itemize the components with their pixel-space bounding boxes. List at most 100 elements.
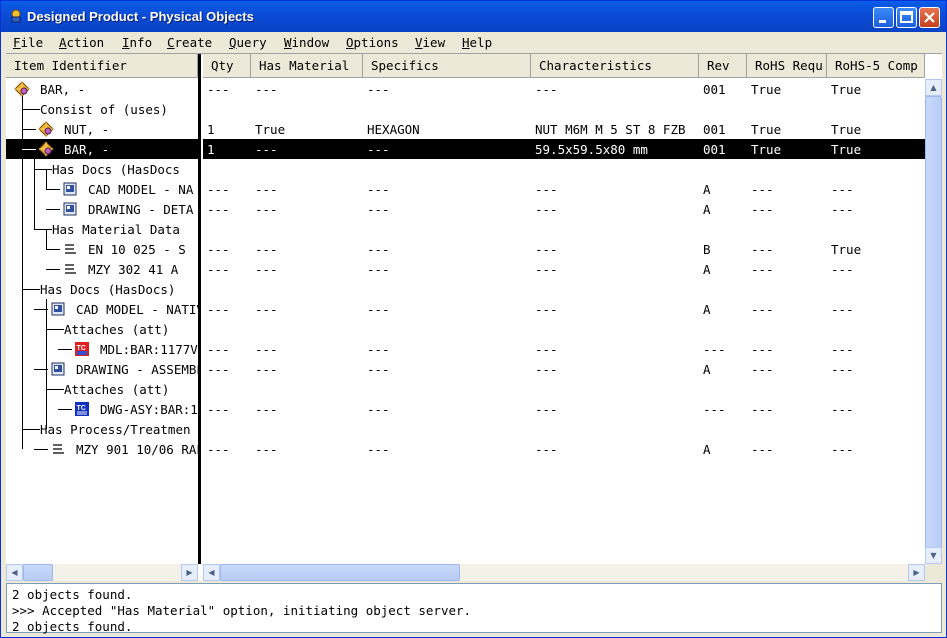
column-header-rohs-requ[interactable]: RoHS Requ (747, 54, 827, 78)
table-scroll-left-button[interactable]: ◀ (203, 564, 220, 581)
column-header-rohs5-comp[interactable]: RoHS-5 Comp (827, 54, 925, 78)
menu-options[interactable]: Options (346, 35, 399, 50)
menu-info[interactable]: Info (122, 35, 152, 50)
title-bar[interactable]: Designed Product - Physical Objects (1, 1, 946, 32)
app-icon (11, 9, 21, 23)
vertical-scroll-thumb[interactable] (925, 96, 942, 548)
pane-splitter[interactable] (198, 54, 201, 564)
menu-view[interactable]: View (415, 35, 445, 50)
window-title: Designed Product - Physical Objects (27, 9, 254, 24)
table-row[interactable] (203, 159, 925, 179)
cell-specifics: --- (367, 262, 390, 277)
minimize-icon (879, 20, 886, 23)
tree-horizontal-scrollbar[interactable]: ◀ ▶ (6, 564, 198, 581)
menu-help[interactable]: Help (462, 35, 492, 50)
tree-row[interactable]: DRAWING - DETA (6, 199, 198, 219)
menu-window[interactable]: Window (284, 35, 329, 50)
menu-label: ptions (353, 35, 399, 50)
table-row[interactable] (203, 319, 925, 339)
table-row[interactable]: --- --- --- --- A --- --- (203, 359, 925, 379)
column-header-qty[interactable]: Qty (203, 54, 251, 78)
table-row[interactable]: --- --- --- --- --- --- --- (203, 399, 925, 419)
tree-row[interactable]: Attaches (att) (6, 379, 198, 399)
tree-label: CAD MODEL - NATIV (76, 302, 198, 317)
table-row[interactable] (203, 379, 925, 399)
table-row[interactable] (203, 99, 925, 119)
cell-specifics: --- (367, 362, 390, 377)
tree-label: CAD MODEL - NA (88, 182, 194, 197)
menu-label: indow (291, 35, 330, 50)
tree-row[interactable]: EN 10 025 - S (6, 239, 198, 259)
vertical-scrollbar[interactable]: ▲ ▼ (925, 79, 942, 564)
cell-qty: --- (207, 442, 230, 457)
cell-characteristics: --- (535, 402, 558, 417)
tree-row[interactable]: Has Material Data (6, 219, 198, 239)
tree-row[interactable]: TC MDL:BAR:1177VB (6, 339, 198, 359)
tree-row[interactable]: CAD MODEL - NA (6, 179, 198, 199)
table-horizontal-scroll-thumb[interactable] (220, 564, 460, 581)
scroll-down-button[interactable]: ▼ (925, 547, 942, 564)
tree-scroll-right-button[interactable]: ▶ (181, 564, 198, 581)
table-row[interactable]: 1 True HEXAGON NUT M6M M 5 ST 8 FZB 001 True T… (203, 119, 925, 139)
cell-rohs5: --- (831, 402, 854, 417)
column-header-item-identifier[interactable]: Item Identifier (6, 54, 198, 78)
tree-row[interactable]: Has Docs (HasDocs) (6, 279, 198, 299)
table-row[interactable]: --- --- --- --- B --- True (203, 239, 925, 259)
table-row[interactable]: --- --- --- --- A --- --- (203, 259, 925, 279)
tree-horizontal-scroll-thumb[interactable] (23, 564, 53, 581)
table-scroll-right-button[interactable]: ▶ (908, 564, 925, 581)
menu-action[interactable]: Action (59, 35, 104, 50)
document-icon (51, 302, 65, 316)
tree-row[interactable]: MZY 901 10/06 RAL (6, 439, 198, 459)
close-button[interactable] (919, 7, 940, 28)
table-row[interactable] (203, 219, 925, 239)
tree-row[interactable]: Has Docs (HasDocs (6, 159, 198, 179)
menu-label: iew (422, 35, 446, 50)
cell-rohs5: --- (831, 342, 854, 357)
tree-row[interactable]: NUT, - (6, 119, 198, 139)
table-row[interactable]: --- --- --- --- A --- --- (203, 299, 925, 319)
tree-scroll-left-button[interactable]: ◀ (6, 564, 23, 581)
tree-row[interactable]: Consist of (uses) (6, 99, 198, 119)
tree-row[interactable]: Has Process/Treatmen (6, 419, 198, 439)
tree-row[interactable]: DRAWING - ASSEMBL (6, 359, 198, 379)
menu-create[interactable]: Create (167, 35, 212, 50)
cell-rohs: --- (751, 202, 774, 217)
tree-row[interactable]: BAR, - (6, 79, 198, 99)
scroll-up-button[interactable]: ▲ (925, 79, 942, 96)
table-row[interactable]: --- --- --- --- A --- --- (203, 199, 925, 219)
minimize-button[interactable] (873, 7, 894, 28)
table-row[interactable] (203, 419, 925, 439)
tree-label: Attaches (att) (64, 322, 170, 337)
cell-specifics: --- (367, 302, 390, 317)
cell-rev: A (703, 262, 711, 277)
cell-rev: A (703, 202, 711, 217)
table-row[interactable]: --- --- --- --- 001 True True (203, 79, 925, 99)
maximize-button[interactable] (896, 7, 917, 28)
column-header-rev[interactable]: Rev (699, 54, 747, 78)
cell-characteristics: --- (535, 242, 558, 257)
table-row[interactable]: --- --- --- --- --- --- --- (203, 339, 925, 359)
cell-rohs: True (751, 142, 782, 157)
cell-qty: 1 (207, 122, 215, 137)
menu-query[interactable]: Query (229, 35, 267, 50)
column-header-specifics[interactable]: Specifics (363, 54, 531, 78)
table-row[interactable]: 1 --- --- 59.5x59.5x80 mm 001 True True (203, 139, 925, 159)
table-row[interactable]: --- --- --- --- A --- --- (203, 179, 925, 199)
cell-qty: --- (207, 402, 230, 417)
tree-row[interactable]: TC DWG-ASY:BAR:11 (6, 399, 198, 419)
tree-row[interactable]: Attaches (att) (6, 319, 198, 339)
tree-label: DWG-ASY:BAR:11 (100, 402, 198, 417)
column-header-has-material[interactable]: Has Material (251, 54, 363, 78)
table-row[interactable] (203, 279, 925, 299)
cell-rohs: True (751, 82, 782, 97)
tree-connector (34, 449, 48, 450)
cell-qty: --- (207, 262, 230, 277)
tree-row[interactable]: BAR, - (6, 139, 198, 159)
table-row[interactable]: --- --- --- --- A --- --- (203, 439, 925, 459)
tree-row[interactable]: MZY 302 41 A (6, 259, 198, 279)
tree-row[interactable]: CAD MODEL - NATIV (6, 299, 198, 319)
column-header-characteristics[interactable]: Characteristics (531, 54, 699, 78)
menu-file[interactable]: File (13, 35, 43, 50)
table-horizontal-scrollbar[interactable]: ◀ ▶ (203, 564, 925, 581)
